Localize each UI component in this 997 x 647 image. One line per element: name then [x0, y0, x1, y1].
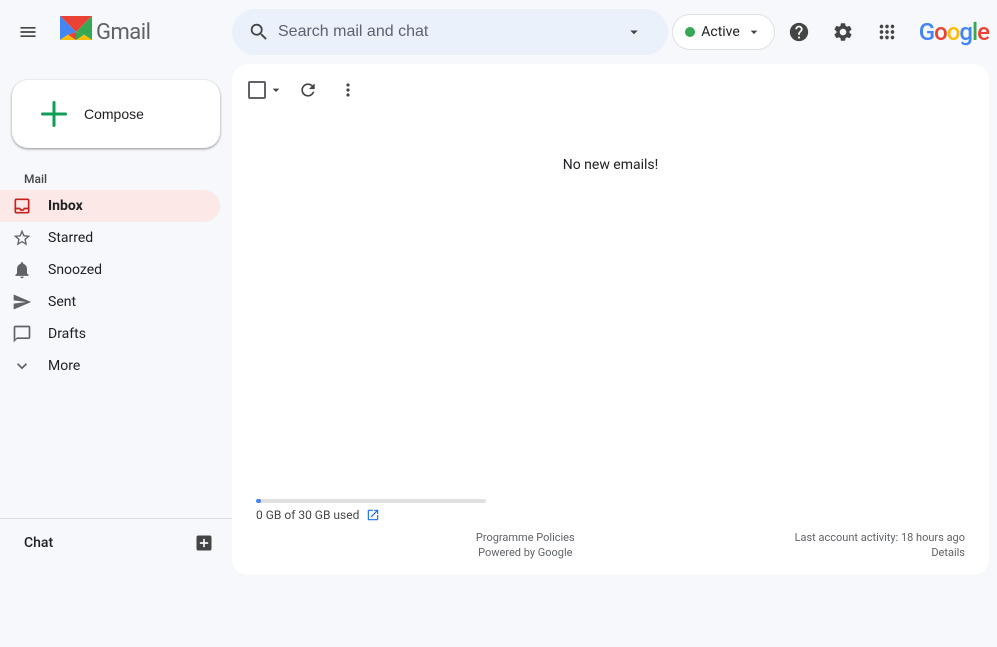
main-content: No new emails! 0 GB of 30 GB used: [232, 64, 989, 575]
gmail-logo[interactable]: Gmail: [52, 12, 158, 52]
inbox-icon: [12, 196, 32, 216]
sidebar-item-starred-label: Starred: [48, 230, 208, 246]
sidebar-item-snoozed-label: Snoozed: [48, 262, 208, 278]
storage-used-text: 0 GB of 30 GB used: [256, 508, 359, 522]
details-link[interactable]: Details: [931, 546, 965, 559]
settings-button[interactable]: [823, 12, 863, 52]
header: Gmail Active: [0, 0, 997, 64]
app-body: Compose Mail Inbox Starred: [0, 64, 997, 583]
sidebar-bottom: Chat: [0, 510, 232, 575]
sidebar-item-inbox-label: Inbox: [48, 198, 208, 214]
storage-bar-fill: [256, 499, 261, 503]
header-left: Gmail: [8, 12, 228, 52]
storage-bar: [256, 499, 486, 503]
email-content: No new emails!: [232, 117, 989, 483]
footer: 0 GB of 30 GB used Programme Policies Po…: [232, 483, 989, 575]
sidebar-item-sent[interactable]: Sent: [0, 286, 220, 318]
storage-text-row: 0 GB of 30 GB used: [256, 507, 965, 523]
drafts-icon: [12, 324, 32, 344]
starred-icon: [12, 228, 32, 248]
sidebar-item-sent-label: Sent: [48, 294, 208, 310]
compose-button[interactable]: Compose: [12, 80, 220, 148]
footer-center: Programme Policies Powered by Google: [476, 531, 575, 559]
sidebar-item-more[interactable]: More: [0, 350, 220, 382]
help-button[interactable]: [779, 12, 819, 52]
select-all-wrap: [248, 80, 286, 100]
programme-policies-link[interactable]: Programme Policies: [476, 531, 575, 544]
powered-by-link: Powered by Google: [478, 546, 572, 559]
footer-links: Programme Policies Powered by Google Las…: [256, 527, 965, 559]
add-chat-button[interactable]: [188, 527, 220, 559]
header-right: Active Google: [672, 12, 989, 52]
chat-label: Chat: [24, 535, 53, 551]
snoozed-icon: [12, 260, 32, 280]
apps-button[interactable]: [867, 12, 907, 52]
more-icon: [12, 356, 32, 376]
sidebar-item-more-label: More: [48, 358, 208, 374]
refresh-button[interactable]: [290, 72, 326, 108]
search-bar[interactable]: [232, 9, 668, 55]
chat-section: Chat: [0, 518, 232, 567]
compose-plus-icon: [36, 96, 72, 132]
sidebar-item-snoozed[interactable]: Snoozed: [0, 254, 220, 286]
sidebar-item-starred[interactable]: Starred: [0, 222, 220, 254]
active-badge[interactable]: Active: [672, 14, 775, 50]
search-input[interactable]: [278, 23, 608, 41]
sidebar-item-drafts[interactable]: Drafts: [0, 318, 220, 350]
google-logo: Google: [919, 18, 989, 46]
mail-section-label: Mail: [0, 164, 232, 190]
select-dropdown-button[interactable]: [266, 80, 286, 100]
sent-icon: [12, 292, 32, 312]
sidebar: Compose Mail Inbox Starred: [0, 64, 232, 583]
active-label: Active: [701, 24, 740, 40]
menu-button[interactable]: [8, 12, 48, 52]
more-toolbar-button[interactable]: [330, 72, 366, 108]
open-storage-link[interactable]: [365, 507, 381, 523]
active-dot: [685, 27, 695, 37]
search-dropdown-button[interactable]: [616, 14, 652, 50]
storage-section: 0 GB of 30 GB used: [256, 499, 965, 523]
last-activity-text: Last account activity: 18 hours ago: [795, 531, 965, 544]
search-icon: [248, 21, 270, 43]
sidebar-item-inbox[interactable]: Inbox: [0, 190, 220, 222]
compose-label: Compose: [84, 106, 144, 122]
select-all-checkbox[interactable]: [248, 81, 266, 99]
sidebar-item-drafts-label: Drafts: [48, 326, 208, 342]
toolbar: [232, 64, 989, 117]
gmail-logo-text: Gmail: [96, 20, 150, 45]
no-emails-message: No new emails!: [563, 157, 659, 173]
footer-right: Last account activity: 18 hours ago Deta…: [795, 531, 965, 559]
